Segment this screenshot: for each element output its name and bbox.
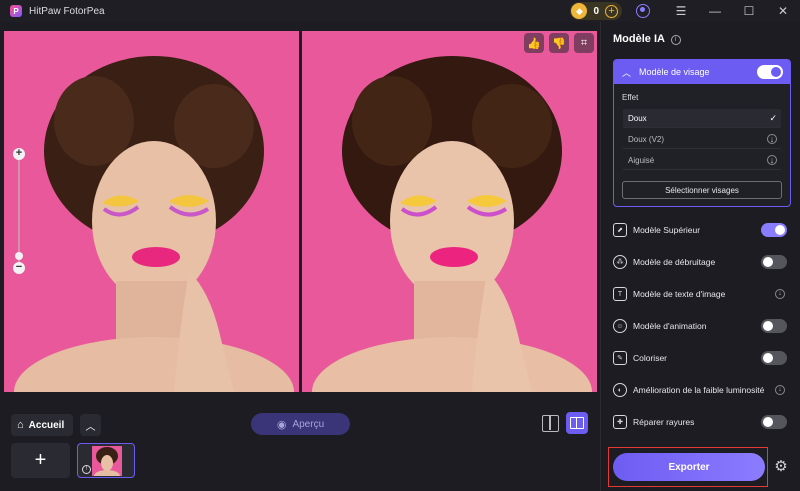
coin-icon: ◆ xyxy=(571,3,588,19)
upscale-icon: ⬈ xyxy=(613,223,627,237)
model-row-low-light[interactable]: ◐ Amélioration de la faible luminosité ↓ xyxy=(613,380,793,400)
model-label: Coloriser xyxy=(633,353,668,363)
portrait-enhanced xyxy=(302,31,597,392)
denoise-icon: ⁂ xyxy=(613,255,627,269)
coin-count: 0 xyxy=(593,5,599,17)
app-title: HitPaw FotorPea xyxy=(29,5,105,17)
select-faces-button[interactable]: Sélectionner visages xyxy=(622,181,782,199)
toggle-knob xyxy=(763,321,773,331)
minimize-button[interactable]: — xyxy=(698,0,732,22)
scratch-repair-toggle[interactable] xyxy=(761,415,787,429)
download-icon[interactable]: ↓ xyxy=(767,155,777,165)
eye-icon: ◉ xyxy=(276,418,287,431)
model-row-colorize[interactable]: ✎ Coloriser xyxy=(613,348,793,368)
thumbs-down-icon[interactable]: 👎 xyxy=(549,33,569,53)
model-row-scratch-repair[interactable]: ✚ Réparer rayures xyxy=(613,412,793,432)
image-feedback-toolbar: 👍 👎 ⌗ xyxy=(524,33,594,53)
effect-label: Doux (V2) xyxy=(628,134,665,144)
home-label: Accueil xyxy=(28,419,65,431)
app-window: P HitPaw FotorPea ◆ 0 + ☰ — ☐ ✕ + − 👍 👎 … xyxy=(0,0,800,491)
preview-button[interactable]: ◉ Aperçu xyxy=(251,413,350,435)
close-button[interactable]: ✕ xyxy=(766,0,800,22)
buy-coins-icon[interactable]: + xyxy=(605,4,618,18)
face-model-label: Modèle de visage xyxy=(639,67,710,77)
effect-title: Effet xyxy=(622,93,639,102)
bottom-bar: ⌂ Accueil ︿ ◉ Aperçu + ! xyxy=(0,402,598,491)
info-icon[interactable]: i xyxy=(670,35,681,45)
effect-label: Doux xyxy=(628,113,647,123)
zoom-out-button[interactable]: − xyxy=(13,262,25,274)
account-icon[interactable] xyxy=(636,4,650,18)
download-icon[interactable]: ↓ xyxy=(767,134,777,144)
model-row-text-image[interactable]: T Modèle de texte d'image ↓ xyxy=(613,284,793,304)
title-bar: P HitPaw FotorPea ◆ 0 + ☰ — ☐ ✕ xyxy=(0,0,800,22)
effect-option-doux[interactable]: Doux ✓ xyxy=(623,109,781,128)
toggle-knob xyxy=(763,257,773,267)
chevron-up-icon: ︿ xyxy=(622,67,632,78)
model-label: Réparer rayures xyxy=(633,417,695,427)
scratch-repair-icon: ✚ xyxy=(613,415,627,429)
portrait-original xyxy=(4,31,299,392)
maximize-button[interactable]: ☐ xyxy=(732,0,766,22)
zoom-in-button[interactable]: + xyxy=(13,148,25,160)
chevron-up-icon: ︿ xyxy=(85,421,96,433)
face-model-header[interactable]: ︿ Modèle de visage xyxy=(614,60,790,84)
colorize-toggle[interactable] xyxy=(761,351,787,365)
preview-label: Aperçu xyxy=(292,418,325,430)
zoom-slider-handle[interactable] xyxy=(15,252,23,260)
enhanced-image[interactable] xyxy=(302,31,597,392)
model-label: Amélioration de la faible luminosité xyxy=(633,385,765,395)
colorize-icon: ✎ xyxy=(613,351,627,365)
export-button[interactable]: Exporter xyxy=(613,453,765,481)
toggle-knob xyxy=(763,417,773,427)
zoom-slider-track[interactable] xyxy=(18,158,20,266)
effect-label: Aiguisé xyxy=(628,155,655,165)
image-thumbnail[interactable]: ! xyxy=(77,443,135,478)
face-model-toggle[interactable] xyxy=(757,65,783,79)
split-view-button[interactable] xyxy=(566,412,588,434)
split-view-icon xyxy=(570,417,584,429)
check-icon: ✓ xyxy=(769,112,777,123)
model-label: Modèle de texte d'image xyxy=(633,289,726,299)
home-icon: ⌂ xyxy=(17,419,24,431)
effect-option-aiguise[interactable]: Aiguisé ↓ xyxy=(623,151,781,170)
animation-icon: ☺ xyxy=(613,319,627,333)
low-light-icon: ◐ xyxy=(613,383,627,397)
model-label: Modèle Supérieur xyxy=(633,225,701,235)
toggle-knob xyxy=(775,225,785,235)
download-icon[interactable]: ↓ xyxy=(775,385,785,395)
model-row-animation[interactable]: ☺ Modèle d'animation xyxy=(613,316,793,336)
model-label: Modèle d'animation xyxy=(633,321,707,331)
text-image-icon: T xyxy=(613,287,627,301)
download-icon[interactable]: ↓ xyxy=(775,289,785,299)
menu-button[interactable]: ☰ xyxy=(664,0,698,22)
model-row-denoise[interactable]: ⁂ Modèle de débruitage xyxy=(613,252,793,272)
model-label: Modèle de débruitage xyxy=(633,257,716,267)
original-image[interactable] xyxy=(4,31,299,392)
coin-balance[interactable]: ◆ 0 + xyxy=(570,2,622,20)
single-view-icon[interactable] xyxy=(542,415,559,432)
thumbnail-portrait xyxy=(92,446,122,476)
thumbs-up-icon[interactable]: 👍 xyxy=(524,33,544,53)
home-button[interactable]: ⌂ Accueil xyxy=(11,414,73,436)
expand-up-button[interactable]: ︿ xyxy=(80,414,101,436)
gear-icon[interactable]: ⚙ xyxy=(773,459,789,475)
panel-title: Modèle IA i xyxy=(613,33,681,45)
toggle-knob xyxy=(771,67,781,77)
toggle-knob xyxy=(763,353,773,363)
panel-title-text: Modèle IA xyxy=(613,33,665,45)
app-logo-icon: P xyxy=(10,5,22,17)
title-bar-controls: ◆ 0 + ☰ — ☐ ✕ xyxy=(570,0,800,22)
crop-icon[interactable]: ⌗ xyxy=(574,33,594,53)
face-model-card: ︿ Modèle de visage Effet Doux ✓ Doux (V2… xyxy=(613,59,791,207)
thumbnail-preview xyxy=(92,446,122,476)
ai-model-panel: Modèle IA i ︿ Modèle de visage Effet Dou… xyxy=(600,22,800,491)
model-row-upscale[interactable]: ⬈ Modèle Supérieur xyxy=(613,220,793,240)
upscale-toggle[interactable] xyxy=(761,223,787,237)
thumbnail-info-icon[interactable]: ! xyxy=(82,465,91,474)
animation-toggle[interactable] xyxy=(761,319,787,333)
effect-option-doux-v2[interactable]: Doux (V2) ↓ xyxy=(623,130,781,149)
add-image-button[interactable]: + xyxy=(11,443,70,478)
denoise-toggle[interactable] xyxy=(761,255,787,269)
